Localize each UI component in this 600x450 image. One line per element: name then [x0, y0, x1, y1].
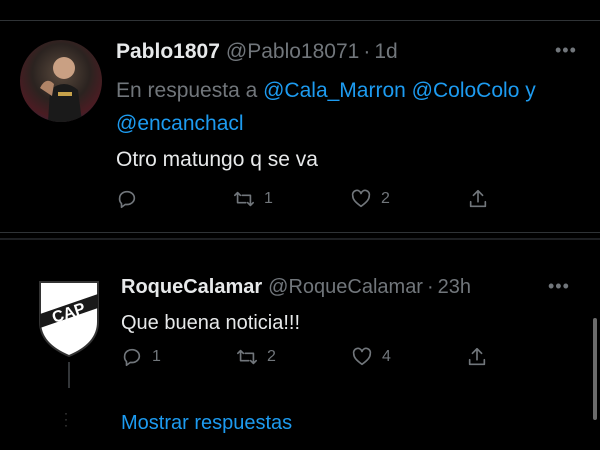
show-replies-link[interactable]: Mostrar respuestas	[121, 412, 292, 435]
tweet-text: Otro matungo q se va	[116, 148, 318, 171]
author-name[interactable]: RoqueCalamar	[121, 276, 262, 299]
retweet-button[interactable]: 1	[233, 188, 350, 210]
tweet-actions: 1 2	[116, 188, 584, 210]
author-handle[interactable]: @Pablo18071	[226, 40, 359, 64]
tweet-header: Pablo1807 @Pablo18071 · 1d	[116, 40, 398, 64]
reply-context: En respuesta a @Cala_Marron @ColoColo y …	[116, 74, 586, 140]
mention-link[interactable]: @encanchacl	[116, 112, 244, 135]
tweet-header: RoqueCalamar @RoqueCalamar · 23h	[121, 276, 471, 299]
top-divider	[0, 20, 600, 21]
retweet-button[interactable]: 2	[236, 346, 351, 368]
reply-icon	[118, 190, 136, 209]
timestamp[interactable]: 1d	[374, 40, 397, 64]
separator-dot: ·	[363, 40, 371, 63]
like-icon	[351, 189, 371, 208]
like-button[interactable]: 4	[351, 346, 466, 368]
reply-button[interactable]	[116, 188, 233, 210]
avatar-player-image	[40, 57, 82, 122]
tweet[interactable]: Pablo1807 @Pablo18071 · 1d ••• En respue…	[0, 24, 600, 230]
mention-joiner: y	[525, 79, 536, 102]
avatar[interactable]: CAP	[36, 278, 102, 358]
like-button[interactable]: 2	[350, 188, 467, 210]
share-button[interactable]	[467, 188, 584, 210]
mention-link[interactable]: @ColoColo	[412, 79, 520, 102]
tweet-actions: 1 2 4	[121, 346, 506, 368]
more-icon[interactable]: •••	[555, 40, 577, 61]
separator-dot: ·	[426, 276, 434, 298]
more-icon[interactable]: •••	[548, 276, 570, 297]
scrollbar[interactable]	[593, 318, 597, 420]
share-icon	[469, 189, 487, 208]
retweet-count: 2	[267, 348, 276, 365]
author-name[interactable]: Pablo1807	[116, 40, 220, 64]
thread-line	[68, 362, 70, 388]
tweet-text: Que buena noticia!!!	[121, 312, 301, 334]
divider	[0, 238, 600, 240]
avatar-crest-image: CAP	[39, 281, 99, 358]
reply-prefix: En respuesta a	[116, 79, 258, 102]
mention-link[interactable]: @Cala_Marron	[263, 79, 406, 102]
divider	[0, 232, 600, 233]
reply-count: 1	[152, 348, 161, 365]
retweet-icon	[234, 191, 254, 207]
like-count: 2	[381, 190, 390, 207]
avatar[interactable]	[20, 40, 102, 122]
author-handle[interactable]: @RoqueCalamar	[268, 276, 423, 299]
reply-icon	[123, 348, 141, 367]
like-icon	[352, 347, 372, 366]
share-icon	[468, 347, 486, 366]
share-button[interactable]	[466, 346, 506, 368]
retweet-count: 1	[264, 190, 273, 207]
retweet-icon	[237, 349, 257, 365]
thread-dots: · · ·	[64, 406, 68, 432]
reply-button[interactable]: 1	[121, 346, 236, 368]
timestamp[interactable]: 23h	[438, 276, 471, 299]
like-count: 4	[382, 348, 391, 365]
